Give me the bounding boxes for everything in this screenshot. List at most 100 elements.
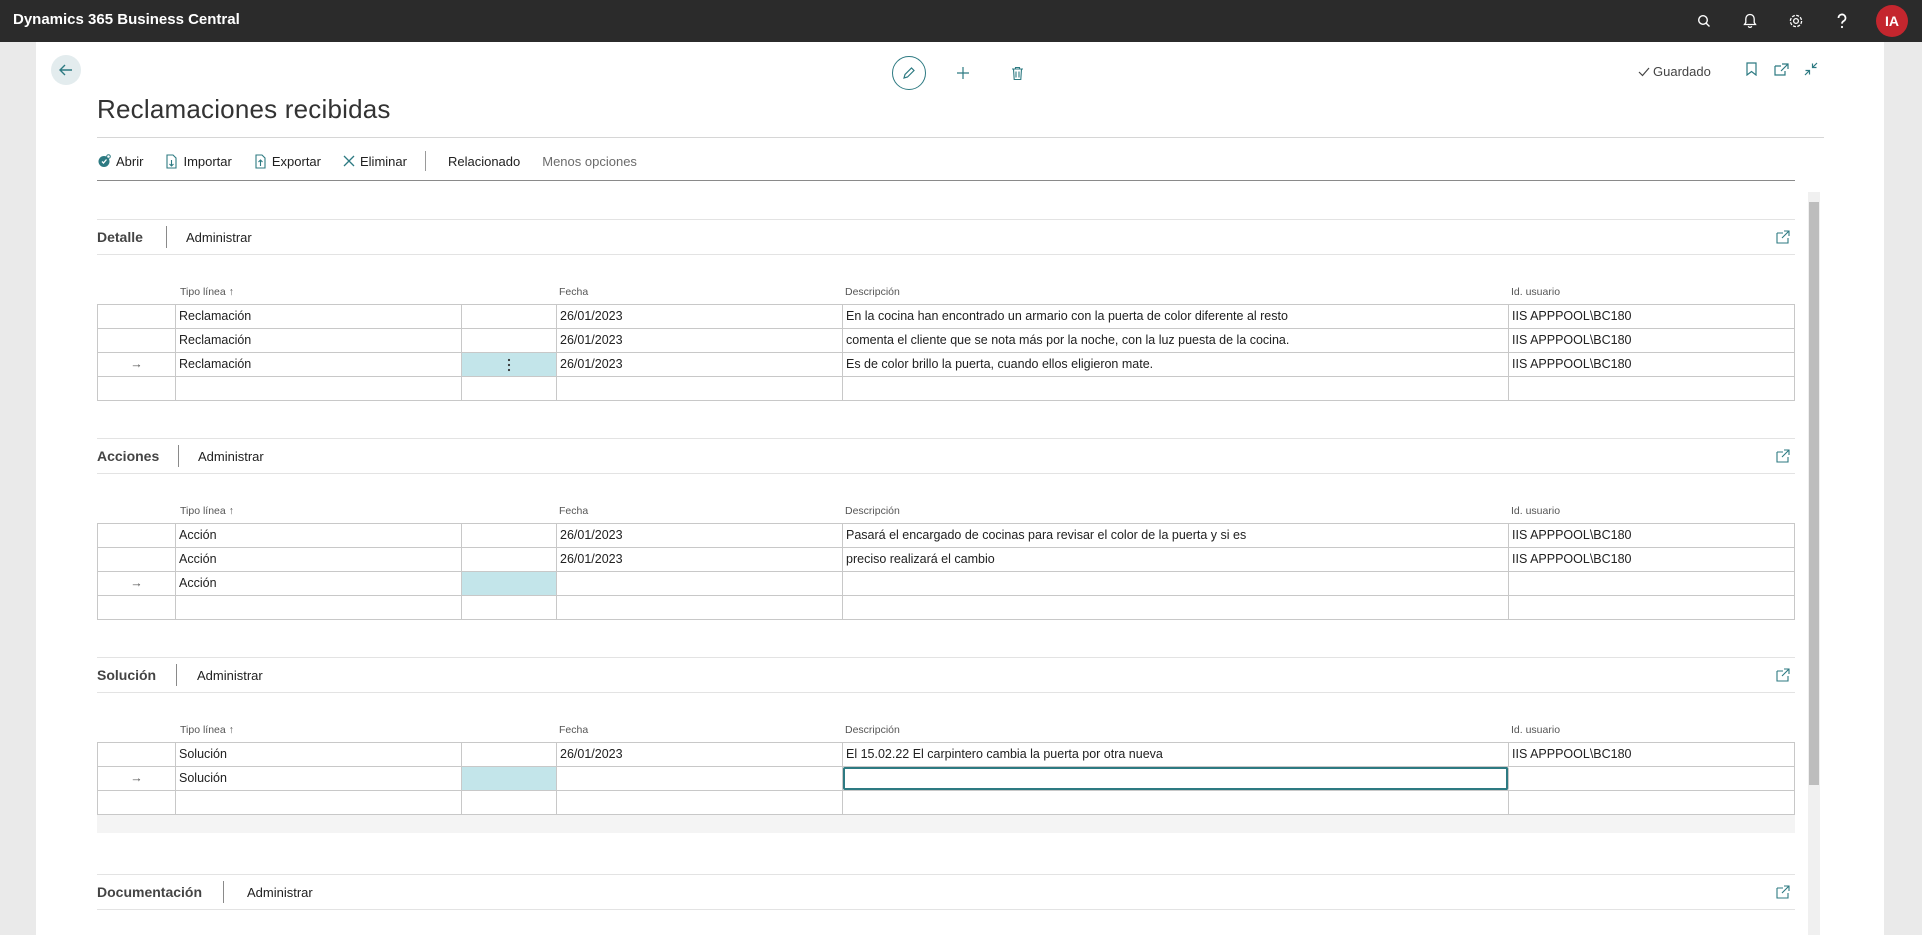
expand-part-icon[interactable]: [1775, 229, 1791, 245]
related-action[interactable]: Relacionado: [448, 154, 520, 169]
cell-actions[interactable]: [462, 743, 557, 766]
manage-button[interactable]: Administrar: [186, 230, 252, 245]
cell-descripcion[interactable]: [843, 791, 1509, 814]
part-title[interactable]: Acciones: [97, 448, 159, 464]
part-title[interactable]: Solución: [97, 667, 156, 683]
expand-part-icon[interactable]: [1775, 884, 1791, 900]
cell-actions[interactable]: [462, 596, 557, 619]
edit-button[interactable]: [892, 56, 926, 90]
table-row-empty[interactable]: [98, 377, 1795, 401]
part-title[interactable]: Detalle: [97, 229, 143, 245]
cell-fecha[interactable]: 26/01/2023: [557, 743, 843, 766]
table-row[interactable]: Acción 26/01/2023 preciso realizará el c…: [98, 548, 1795, 572]
cell-tipo[interactable]: [176, 596, 462, 619]
cell-fecha[interactable]: 26/01/2023: [557, 305, 843, 328]
user-avatar[interactable]: IA: [1876, 5, 1908, 37]
cell-usuario[interactable]: IIS APPPOOL\BC180: [1509, 353, 1795, 376]
delete-button[interactable]: [1000, 56, 1034, 90]
cell-actions[interactable]: [462, 377, 557, 400]
collapse-icon[interactable]: [1802, 60, 1820, 78]
cell-usuario[interactable]: [1509, 791, 1795, 814]
table-row-empty[interactable]: [98, 596, 1795, 620]
table-row-current[interactable]: → Solución: [98, 767, 1795, 791]
cell-actions[interactable]: [462, 548, 557, 571]
column-header-usuario[interactable]: Id. usuario: [1511, 286, 1560, 298]
cell-tipo[interactable]: Acción: [176, 548, 462, 571]
cell-descripcion[interactable]: En la cocina han encontrado un armario c…: [843, 305, 1509, 328]
delete-action[interactable]: Eliminar: [343, 154, 407, 169]
cell-tipo[interactable]: [176, 791, 462, 814]
cell-tipo[interactable]: Solución: [176, 767, 462, 790]
table-row[interactable]: Reclamación 26/01/2023 En la cocina han …: [98, 305, 1795, 329]
cell-actions[interactable]: [462, 524, 557, 547]
cell-usuario[interactable]: [1509, 377, 1795, 400]
new-button[interactable]: [946, 56, 980, 90]
cell-tipo[interactable]: Acción: [176, 572, 462, 595]
open-action[interactable]: Abrir: [97, 154, 143, 169]
cell-fecha[interactable]: 26/01/2023: [557, 353, 843, 376]
cell-descripcion[interactable]: Es de color brillo la puerta, cuando ell…: [843, 353, 1509, 376]
app-title[interactable]: Dynamics 365 Business Central: [13, 11, 240, 28]
column-header-usuario[interactable]: Id. usuario: [1511, 505, 1560, 517]
cell-usuario[interactable]: IIS APPPOOL\BC180: [1509, 329, 1795, 352]
manage-button[interactable]: Administrar: [197, 668, 263, 683]
search-icon[interactable]: [1692, 9, 1716, 33]
part-title[interactable]: Documentación: [97, 884, 202, 900]
cell-actions[interactable]: [462, 305, 557, 328]
cell-actions[interactable]: [462, 329, 557, 352]
cell-tipo[interactable]: Solución: [176, 743, 462, 766]
bookmark-icon[interactable]: [1742, 60, 1760, 78]
open-new-window-icon[interactable]: [1772, 60, 1790, 78]
column-header-tipo[interactable]: Tipo línea ↑: [180, 286, 234, 298]
manage-button[interactable]: Administrar: [247, 885, 313, 900]
cell-fecha[interactable]: [557, 377, 843, 400]
bell-icon[interactable]: [1738, 9, 1762, 33]
table-row-current[interactable]: → Acción: [98, 572, 1795, 596]
table-row[interactable]: Acción 26/01/2023 Pasará el encargado de…: [98, 524, 1795, 548]
column-header-tipo[interactable]: Tipo línea ↑: [180, 724, 234, 736]
table-row[interactable]: Solución 26/01/2023 El 15.02.22 El carpi…: [98, 743, 1795, 767]
cell-descripcion[interactable]: El 15.02.22 El carpintero cambia la puer…: [843, 743, 1509, 766]
table-row-empty[interactable]: [98, 791, 1795, 815]
column-header-usuario[interactable]: Id. usuario: [1511, 724, 1560, 736]
cell-tipo[interactable]: Reclamación: [176, 329, 462, 352]
row-actions-button[interactable]: [462, 572, 557, 595]
cell-descripcion[interactable]: comenta el cliente que se nota más por l…: [843, 329, 1509, 352]
column-header-fecha[interactable]: Fecha: [559, 724, 588, 736]
cell-usuario[interactable]: [1509, 767, 1795, 790]
column-header-descripcion[interactable]: Descripción: [845, 286, 900, 298]
cell-usuario[interactable]: IIS APPPOOL\BC180: [1509, 743, 1795, 766]
cell-usuario[interactable]: IIS APPPOOL\BC180: [1509, 305, 1795, 328]
cell-descripcion[interactable]: [843, 572, 1509, 595]
cell-descripcion[interactable]: Pasará el encargado de cocinas para revi…: [843, 524, 1509, 547]
row-actions-button[interactable]: [462, 767, 557, 790]
help-icon[interactable]: [1830, 9, 1854, 33]
fewer-options-action[interactable]: Menos opciones: [542, 154, 637, 169]
cell-usuario[interactable]: IIS APPPOOL\BC180: [1509, 524, 1795, 547]
cell-usuario[interactable]: IIS APPPOOL\BC180: [1509, 548, 1795, 571]
cell-usuario[interactable]: [1509, 596, 1795, 619]
cell-fecha[interactable]: 26/01/2023: [557, 524, 843, 547]
manage-button[interactable]: Administrar: [198, 449, 264, 464]
cell-fecha[interactable]: 26/01/2023: [557, 329, 843, 352]
cell-tipo[interactable]: Reclamación: [176, 353, 462, 376]
export-action[interactable]: Exportar: [254, 154, 321, 169]
expand-part-icon[interactable]: [1775, 667, 1791, 683]
column-header-descripcion[interactable]: Descripción: [845, 724, 900, 736]
cell-fecha[interactable]: [557, 572, 843, 595]
cell-actions[interactable]: [462, 791, 557, 814]
cell-tipo[interactable]: [176, 377, 462, 400]
cell-tipo[interactable]: Reclamación: [176, 305, 462, 328]
column-header-fecha[interactable]: Fecha: [559, 286, 588, 298]
column-header-tipo[interactable]: Tipo línea ↑: [180, 505, 234, 517]
column-header-fecha[interactable]: Fecha: [559, 505, 588, 517]
gear-icon[interactable]: [1784, 9, 1808, 33]
cell-descripcion[interactable]: [843, 596, 1509, 619]
table-row-current[interactable]: → Reclamación 26/01/2023 Es de color bri…: [98, 353, 1795, 377]
scrollbar-thumb[interactable]: [1809, 202, 1819, 785]
cell-fecha[interactable]: [557, 791, 843, 814]
cell-fecha[interactable]: [557, 767, 843, 790]
cell-descripcion[interactable]: preciso realizará el cambio: [843, 548, 1509, 571]
import-action[interactable]: Importar: [165, 154, 232, 169]
description-input[interactable]: [843, 767, 1509, 790]
